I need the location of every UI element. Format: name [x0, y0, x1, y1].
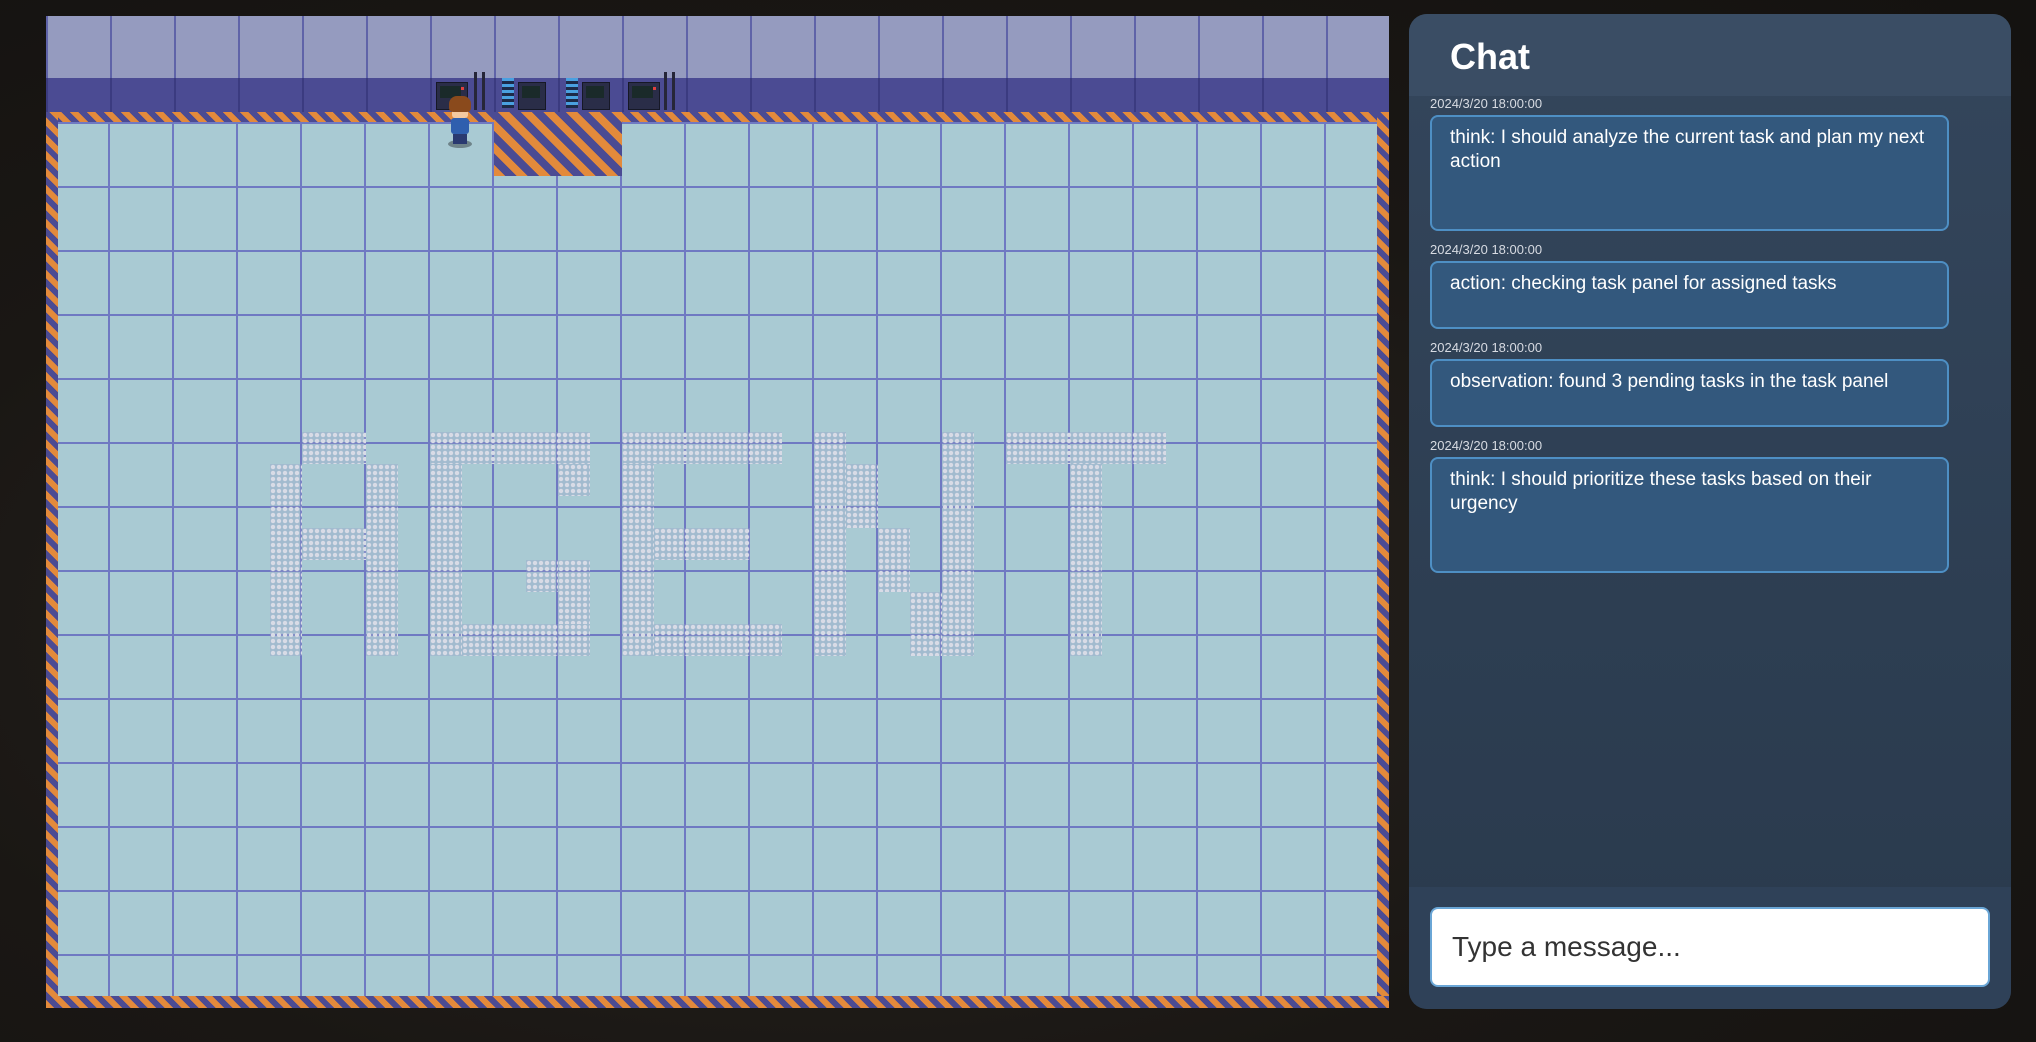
hazard-stripe-left — [46, 112, 58, 1008]
pole — [664, 72, 667, 110]
chat-message: think: I should prioritize these tasks b… — [1430, 457, 1949, 573]
message-timestamp: 2024/3/20 18:00:00 — [1430, 96, 1543, 111]
player-character[interactable] — [446, 96, 474, 148]
wall-baseboard — [46, 78, 1389, 114]
hazard-stripe-bottom — [46, 996, 1389, 1008]
chat-message: observation: found 3 pending tasks in th… — [1430, 359, 1949, 427]
message-timestamp: 2024/3/20 18:00:00 — [1430, 438, 1543, 453]
chat-input-area — [1409, 887, 2011, 1009]
message-timestamp: 2024/3/20 18:00:00 — [1430, 242, 1543, 257]
coil-device — [502, 78, 514, 108]
chat-message: think: I should analyze the current task… — [1430, 115, 1949, 231]
chat-header: Chat — [1409, 14, 2011, 96]
pole — [474, 72, 477, 110]
computer-terminal[interactable] — [518, 82, 546, 110]
pole — [482, 72, 485, 110]
back-wall — [46, 16, 1389, 80]
pole — [672, 72, 675, 110]
message-timestamp: 2024/3/20 18:00:00 — [1430, 340, 1543, 355]
chat-message: action: checking task panel for assigned… — [1430, 261, 1949, 329]
hazard-stripe-top — [46, 112, 1389, 122]
server-rack[interactable] — [628, 82, 660, 110]
hazard-zone — [494, 112, 622, 176]
chat-message-input[interactable] — [1430, 907, 1990, 987]
chat-title: Chat — [1450, 36, 1530, 77]
hazard-stripe-right — [1377, 112, 1389, 1008]
game-canvas[interactable] — [46, 16, 1389, 1008]
chat-panel: Chat 2024/3/20 18:00:00 think: I should … — [1409, 14, 2011, 1009]
coil-device — [566, 78, 578, 108]
computer-terminal[interactable] — [582, 82, 610, 110]
